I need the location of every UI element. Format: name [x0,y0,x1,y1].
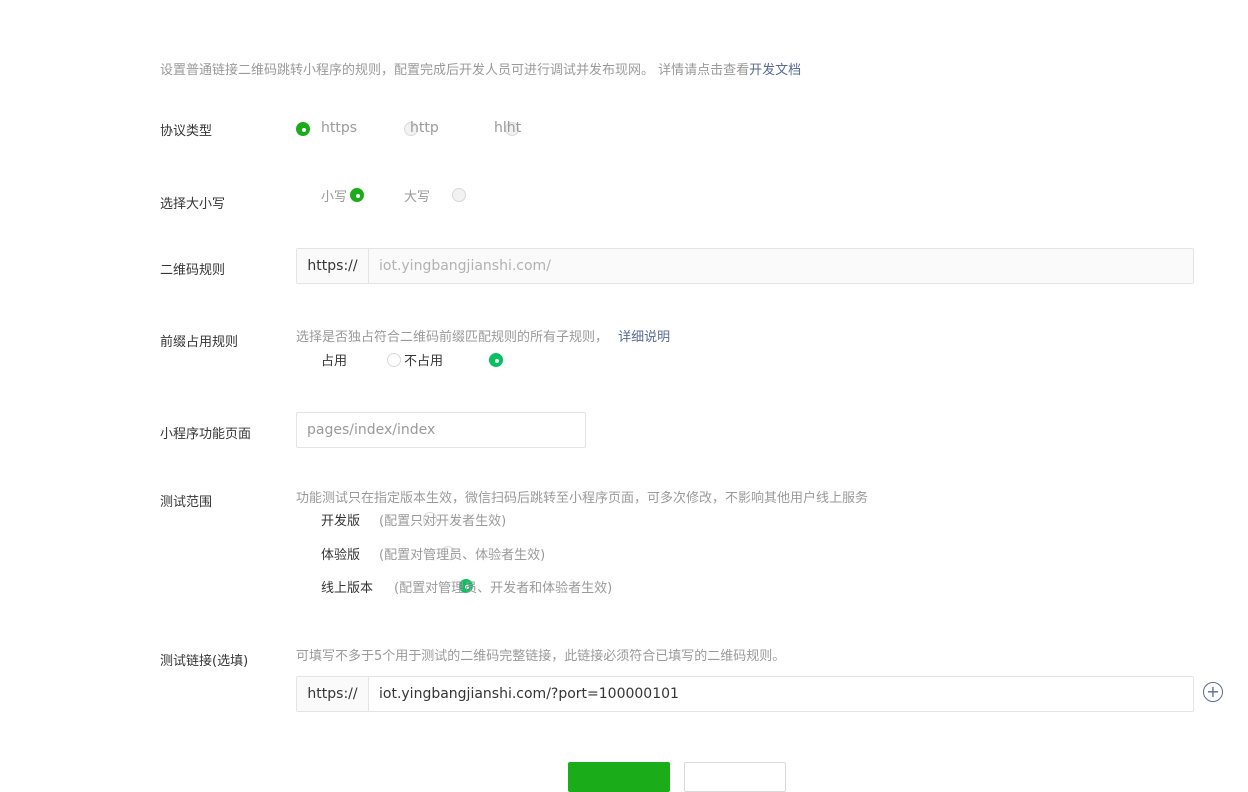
radio-uppercase[interactable] [451,188,466,202]
qr-rule-input-group: https:// [296,248,1194,284]
radio-dev-version-desc: (配置只对开发者生效) [379,514,507,529]
radio-lowercase-label[interactable]: 小写 [321,186,347,205]
radio-hlht-label[interactable]: hlht [494,120,521,136]
test-scope-hint: 功能测试只在指定版本生效，微信扫码后跳转至小程序页面，可多次修改，不影响其他用户… [296,491,869,506]
radio-https-label[interactable]: https [321,120,357,136]
radio-not-occupy[interactable] [488,353,503,367]
test-scope-label: 测试范围 [160,495,213,510]
radio-dev-version-label[interactable]: 开发版 [321,510,360,529]
intro-description: 设置普通链接二维码跳转小程序的规则，配置完成后开发人员可进行调试并发布现网。 详… [160,63,750,78]
test-link-prefix: https:// [297,677,369,711]
qr-rule-prefix: https:// [297,249,369,283]
radio-online-version-label[interactable]: 线上版本 [321,577,373,596]
test-link-hint: 可填写不多于5个用于测试的二维码完整链接，此链接必须符合已填写的二维码规则。 [296,649,786,664]
intro-text: 设置普通链接二维码跳转小程序的规则，配置完成后开发人员可进行调试并发布现网。 详… [160,59,801,78]
test-link-input-group: https:// [296,676,1194,712]
prefix-rule-label: 前缀占用规则 [160,335,239,350]
save-button[interactable] [568,762,670,792]
radio-occupy[interactable] [386,353,401,367]
radio-http-label[interactable]: http [410,120,439,136]
prefix-rule-hint-text: 选择是否独占符合二维码前缀匹配规则的所有子规则， [296,330,609,345]
plus-circle-icon[interactable]: + [1203,682,1223,702]
radio-trial-version-label[interactable]: 体验版 [321,544,360,563]
test-link-label: 测试链接(选填) [160,654,249,669]
detail-link[interactable]: 详细说明 [618,330,670,345]
radio-not-occupy-label[interactable]: 不占用 [404,350,443,369]
radio-occupy-label[interactable]: 占用 [321,350,347,369]
test-link-input[interactable] [369,677,1193,711]
radio-trial-version-desc: (配置对管理员、体验者生效) [379,548,546,563]
qr-rule-label: 二维码规则 [160,263,226,278]
page-path-input[interactable] [296,412,586,448]
protocol-label: 协议类型 [160,124,213,139]
radio-lowercase[interactable] [350,188,365,202]
case-label: 选择大小写 [160,197,226,212]
qr-rule-input[interactable] [369,249,1193,283]
radio-online-version-desc: (配置对管理员、开发者和体验者生效) [394,581,613,596]
dev-docs-link[interactable]: 开发文档 [749,63,801,78]
page-label: 小程序功能页面 [160,427,252,442]
cancel-button[interactable] [684,762,786,792]
prefix-rule-hint: 选择是否独占符合二维码前缀匹配规则的所有子规则， 详细说明 [296,326,670,345]
radio-uppercase-label[interactable]: 大写 [404,186,430,205]
radio-https[interactable] [296,122,310,136]
